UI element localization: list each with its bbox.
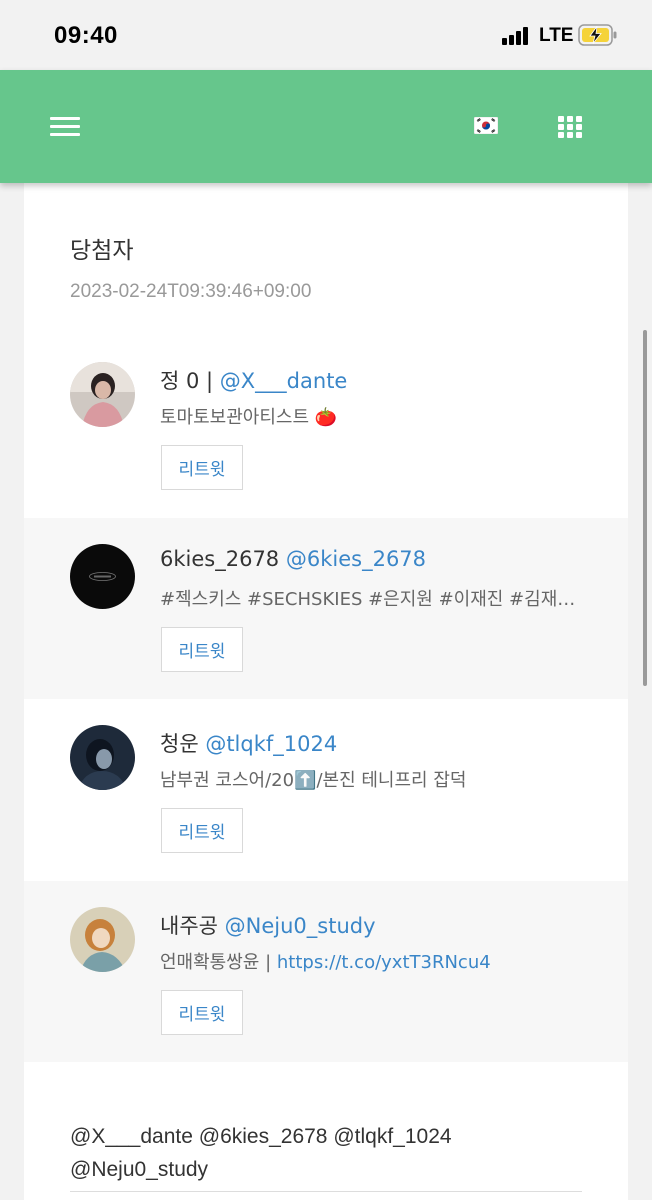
page-title: 당첨자	[70, 238, 134, 264]
retweet-button[interactable]: 리트윗	[161, 627, 243, 672]
winner-handle-link[interactable]: @Neju0_study	[225, 914, 376, 938]
retweet-button[interactable]: 리트윗	[161, 990, 243, 1035]
scrollbar[interactable]	[643, 330, 647, 686]
status-bar: 09:40 LTE	[0, 0, 652, 70]
winner-display-name: 정 0 | @X___dante	[160, 365, 347, 395]
winner-name: 정 0 |	[160, 369, 214, 393]
apps-grid-icon[interactable]	[558, 116, 582, 138]
winner-bio-text: 언매확통쌍윤 |	[160, 952, 277, 973]
winner-display-name: 6kies_2678 @6kies_2678	[160, 547, 426, 571]
status-time: 09:40	[54, 22, 118, 49]
divider	[70, 1191, 582, 1192]
winner-name: 내주공	[160, 914, 218, 938]
winner-display-name: 청운 @tlqkf_1024	[160, 728, 337, 758]
korea-flag-icon[interactable]	[474, 117, 498, 134]
avatar[interactable]	[70, 725, 135, 790]
retweet-button[interactable]: 리트윗	[161, 808, 243, 853]
winner-item: 정 0 | @X___dante 토마토보관아티스트 🍅 리트윗	[24, 336, 628, 517]
winner-item: 6kies_2678 @6kies_2678 #젝스키스 #SECHSKIES …	[24, 518, 628, 699]
hamburger-menu-icon[interactable]	[50, 117, 80, 137]
winner-handle-link[interactable]: @tlqkf_1024	[205, 732, 337, 756]
winner-bio: 남부권 코스어/20⬆️/본진 테니프리 잡덕	[160, 770, 467, 791]
winner-bio: 토마토보관아티스트 🍅	[160, 407, 338, 428]
draw-timestamp: 2023-02-24T09:39:46+09:00	[70, 281, 312, 302]
winner-bio-link[interactable]: https://t.co/yxtT3RNcu4	[277, 952, 491, 973]
winner-bio: 언매확통쌍윤 | https://t.co/yxtT3RNcu4	[160, 948, 590, 974]
winner-bio-hashtags[interactable]: #젝스키스 #SECHSKIES #은지원 #이재진 #김재덕 #강성훈	[160, 585, 580, 611]
avatar[interactable]	[70, 907, 135, 972]
winners-card: 당첨자 2023-02-24T09:39:46+09:00 정 0 | @X__…	[24, 183, 628, 1200]
winner-item: 청운 @tlqkf_1024 남부권 코스어/20⬆️/본진 테니프리 잡덕 리…	[24, 699, 628, 880]
cellular-signal-icon	[502, 26, 532, 45]
winner-name: 6kies_2678	[160, 547, 280, 571]
winner-display-name: 내주공 @Neju0_study	[160, 910, 376, 940]
winner-name: 청운	[160, 732, 199, 756]
retweet-button[interactable]: 리트윗	[161, 445, 243, 490]
winner-handle-link[interactable]: @6kies_2678	[286, 547, 426, 571]
battery-charging-icon	[578, 24, 617, 46]
winner-item: 내주공 @Neju0_study 언매확통쌍윤 | https://t.co/y…	[24, 881, 628, 1062]
avatar[interactable]	[70, 362, 135, 427]
winner-handle-link[interactable]: @X___dante	[220, 369, 348, 393]
winner-mentions: @X___dante @6kies_2678 @tlqkf_1024 @Neju…	[70, 1125, 452, 1181]
top-navbar	[0, 70, 652, 183]
network-type: LTE	[539, 25, 574, 46]
avatar[interactable]	[70, 544, 135, 609]
